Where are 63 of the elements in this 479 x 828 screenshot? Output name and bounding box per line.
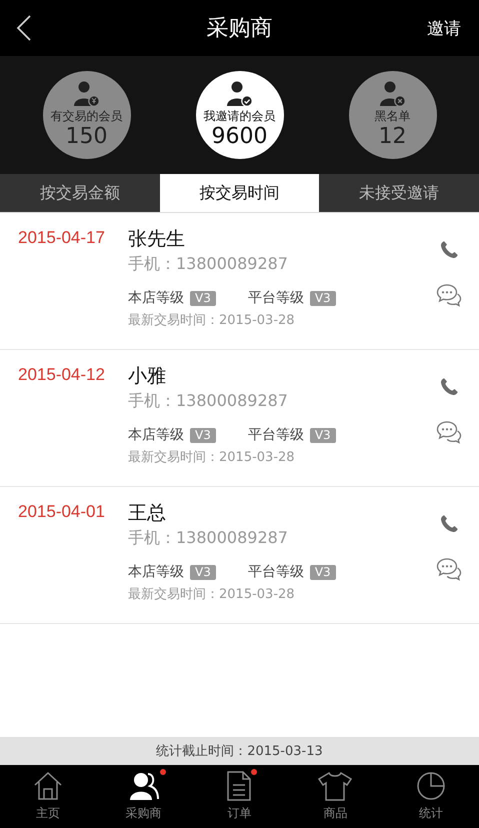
date-text: 2015-04-12 [17, 364, 106, 385]
message-button[interactable] [436, 420, 462, 444]
person-icon [72, 81, 100, 107]
stat-label: 我邀请的会员 [204, 108, 276, 125]
sort-tab[interactable]: 按交易时间 [160, 174, 320, 212]
phone-number: 手机：13800089287 [128, 391, 289, 412]
last-trade-time: 最新交易时间：2015-03-28 [128, 586, 296, 603]
level-badge: V3 [310, 290, 336, 306]
document-icon [227, 771, 252, 801]
message-button[interactable] [436, 557, 462, 581]
phone-number: 手机：13800089287 [128, 254, 289, 275]
level-badge: V3 [190, 290, 216, 306]
store-level-label: 本店等级 [128, 289, 184, 307]
member-stat-button[interactable]: 黑名单 12 [348, 71, 436, 159]
stat-label: 有交易的会员 [50, 108, 122, 125]
pie-chart-icon [416, 771, 446, 801]
nav-tab[interactable]: 统计 [383, 765, 479, 828]
person-icon [378, 81, 406, 107]
call-button[interactable] [438, 513, 460, 535]
phone-number: 手机：13800089287 [128, 528, 289, 549]
member-name: 张先生 [128, 227, 186, 252]
person-icon [226, 81, 254, 107]
nav-tab[interactable]: 订单 [192, 765, 288, 828]
member-name: 王总 [128, 501, 167, 526]
nav-tab[interactable]: 采购商 [96, 765, 192, 828]
platform-level-label: 平台等级 [248, 289, 304, 307]
member-stat-button[interactable]: 有交易的会员 150 [42, 71, 130, 159]
shirt-icon [318, 771, 352, 801]
call-button[interactable] [438, 376, 460, 398]
invite-button[interactable]: 邀请 [427, 16, 461, 40]
call-button[interactable] [438, 239, 460, 261]
chat-icon [436, 557, 462, 581]
date-text: 2015-04-17 [17, 227, 106, 248]
last-trade-time: 最新交易时间：2015-03-28 [128, 449, 296, 466]
page-title: 采购商 [206, 16, 272, 41]
date-text: 2015-04-01 [17, 501, 106, 522]
level-badge: V3 [190, 428, 216, 442]
member-stat-button[interactable]: 我邀请的会员 9600 [196, 71, 284, 159]
level-badge: V3 [310, 564, 336, 580]
home-icon [32, 771, 63, 801]
message-button[interactable] [436, 283, 462, 307]
chat-icon [436, 420, 462, 444]
chat-icon [436, 283, 462, 307]
nav-tab[interactable]: 主页 [0, 765, 96, 828]
store-level-label: 本店等级 [128, 426, 184, 444]
last-trade-time: 最新交易时间：2015-03-28 [128, 312, 296, 329]
back-button[interactable] [16, 15, 32, 41]
phone-icon [438, 376, 460, 398]
platform-level-label: 平台等级 [248, 426, 304, 444]
stat-count: 150 [66, 125, 108, 149]
phone-icon [438, 513, 460, 535]
stat-count: 9600 [212, 125, 268, 149]
level-badge: V3 [190, 564, 216, 580]
platform-level-label: 平台等级 [248, 563, 304, 581]
level-badge: V3 [310, 428, 336, 442]
stats-cutoff-text: 统计截止时间：2015-03-13 [156, 743, 323, 760]
nav-tab[interactable]: 商品 [287, 765, 384, 828]
member-name: 小雅 [128, 364, 167, 389]
phone-icon [438, 239, 460, 261]
people-icon [128, 771, 160, 801]
stat-label: 黑名单 [374, 108, 410, 125]
store-level-label: 本店等级 [128, 563, 184, 581]
stat-count: 12 [378, 125, 406, 149]
